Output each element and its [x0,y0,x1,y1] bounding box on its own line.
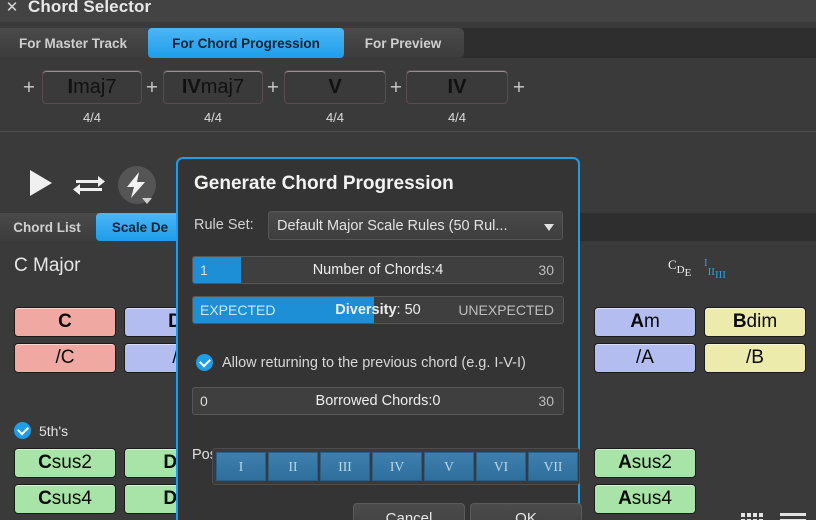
chevron-down-icon [544,224,554,231]
notation-letters-toggle[interactable]: CDE [668,257,691,279]
degree-button-iii[interactable]: III [320,452,370,481]
progression-chord-2[interactable]: V [284,70,386,104]
chord-root: C [38,452,52,474]
progression-chord-3[interactable]: IV [406,70,508,104]
degree-button-v[interactable]: V [424,452,474,481]
add-chord-button-0[interactable]: + [22,80,36,94]
slider-value: : 50 [397,302,421,318]
caret-down-icon[interactable] [142,198,152,204]
borrowed-chords-slider[interactable]: 0 30 Borrowed Chords: 0 [192,387,564,415]
allow-return-label: Allow returning to the previous chord (e… [222,355,526,371]
check-icon [14,422,31,439]
rule-set-label: Rule Set: [194,217,254,233]
tab-for-preview[interactable]: For Preview [348,28,458,58]
chord-button-asus2[interactable]: Asus2 [594,448,696,478]
degree-button-vii[interactable]: VII [528,452,578,481]
progression-meter-0: 4/4 [47,110,137,125]
fifths-label: 5th's [39,423,68,439]
divider [0,131,816,132]
chord-root: A [618,452,632,474]
add-chord-button-2[interactable]: + [266,80,280,94]
chord-button-csus4[interactable]: Csus4 [14,484,116,514]
chord-roman: IV [448,76,467,99]
chord-suffix: maj7 [201,76,244,99]
notation-roman-toggle[interactable]: IIIIII [704,257,726,281]
progression-chord-1[interactable]: IVmaj7 [163,70,263,104]
chord-button-slash-b[interactable]: /B [704,343,806,373]
scale-name: C Major [14,255,81,277]
chord-root: /B [746,347,764,369]
window-title: Chord Selector [28,0,151,17]
slider-label-text: Number of Chords: [313,262,436,278]
degree-button-iv[interactable]: IV [372,452,422,481]
tab-chord-list[interactable]: Chord List [2,213,92,241]
chord-suffix: sus4 [52,488,92,510]
degree-button-ii[interactable]: II [268,452,318,481]
chord-progression-row: + Imaj7 4/4 + IVmaj7 4/4 + V 4/4 + IV 4/… [0,60,816,132]
chord-suffix: m [644,311,660,333]
rule-set-dropdown[interactable]: Default Major Scale Rules (50 Rul... [268,211,563,240]
list-view-icon[interactable] [780,513,806,520]
window-titlebar: ✕ Chord Selector [0,0,816,22]
chord-roman: V [328,76,341,99]
chord-button-slash-a[interactable]: /A [594,343,696,373]
degree-button-vi[interactable]: VI [476,452,526,481]
dialog-title: Generate Chord Progression [194,173,454,195]
chord-selector-window: ✕ Chord Selector For Master Track For Ch… [0,0,816,520]
top-tab-strip: For Master Track For Chord Progression F… [0,28,816,58]
lightning-bolt-icon [126,172,148,198]
play-icon[interactable] [30,170,52,196]
tab-for-master-track[interactable]: For Master Track [2,28,144,58]
chord-suffix: maj7 [73,76,116,99]
chord-suffix: sus2 [52,452,92,474]
slider-value: 4 [435,262,443,278]
progression-chord-0[interactable]: Imaj7 [42,70,142,104]
close-icon[interactable]: ✕ [4,0,20,15]
chord-button-asus4[interactable]: Asus4 [594,484,696,514]
fifths-checkbox[interactable]: 5th's [14,422,68,439]
tab-for-chord-progression[interactable]: For Chord Progression [148,28,344,58]
progression-meter-1: 4/4 [168,110,258,125]
chord-button-c[interactable]: C [14,307,116,337]
slider-label: Number of Chords: 4 [193,257,563,283]
diversity-slider[interactable]: EXPECTED UNEXPECTED Diversity: 50 [192,296,564,324]
progression-meter-2: 4/4 [290,110,380,125]
chord-roman: IV [182,76,201,99]
chord-button-csus2[interactable]: Csus2 [14,448,116,478]
loop-icon[interactable] [72,172,106,196]
scale-degrees-buttons: I II III IV V VI VII [216,452,578,481]
slider-label: Borrowed Chords: 0 [193,388,563,414]
add-chord-button-4[interactable]: + [512,80,526,94]
number-of-chords-slider[interactable]: 1 30 Number of Chords: 4 [192,256,564,284]
ok-button[interactable]: OK [470,503,582,520]
check-icon [196,354,213,371]
chord-button-slash-c[interactable]: /C [14,343,116,373]
chord-button-am[interactable]: Am [594,307,696,337]
slider-value: 0 [432,393,440,409]
chord-root: A [630,311,644,333]
cancel-button[interactable]: Cancel [353,503,465,520]
tab-scale-degrees[interactable]: Scale De [96,213,184,241]
slider-label-text: Borrowed Chords: [316,393,433,409]
chord-root: A [618,488,632,510]
slider-label-text: Diversity [335,302,396,318]
progression-meter-3: 4/4 [412,110,502,125]
chord-root: /C [56,347,75,369]
chord-suffix: sus2 [632,452,672,474]
allow-return-checkbox[interactable]: Allow returning to the previous chord (e… [196,354,526,371]
chord-suffix: sus4 [632,488,672,510]
rule-set-value: Default Major Scale Rules (50 Rul... [277,218,508,234]
chord-button-bdim[interactable]: Bdim [704,307,806,337]
add-chord-button-3[interactable]: + [389,80,403,94]
slider-label: Diversity: 50 [193,297,563,323]
chord-root: B [733,311,747,333]
chord-root: C [38,488,52,510]
chord-suffix: dim [747,311,778,333]
chord-root: C [58,311,72,333]
chord-root: /A [636,347,654,369]
add-chord-button-1[interactable]: + [145,80,159,94]
degree-button-i[interactable]: I [216,452,266,481]
